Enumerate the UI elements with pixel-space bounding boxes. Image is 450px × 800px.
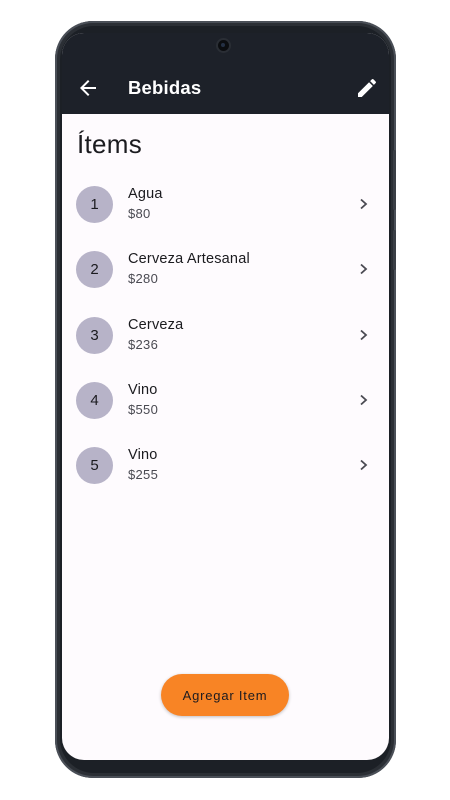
app-bar: Bebidas xyxy=(62,33,389,114)
list-item[interactable]: 5 Vino $255 xyxy=(62,435,389,497)
chevron-right-icon xyxy=(360,329,368,341)
chevron-right-icon xyxy=(360,394,368,406)
list-item[interactable]: 4 Vino $550 xyxy=(62,370,389,432)
item-number-avatar: 2 xyxy=(76,251,113,288)
chevron-right-icon xyxy=(360,459,368,471)
list-item[interactable]: 2 Cerveza Artesanal $280 xyxy=(62,239,389,301)
item-price: $550 xyxy=(128,402,159,417)
item-price: $80 xyxy=(128,206,151,221)
item-name: Agua xyxy=(128,186,163,202)
edit-button[interactable] xyxy=(355,76,379,100)
item-number-avatar: 5 xyxy=(76,447,113,484)
power-button xyxy=(393,230,396,270)
add-item-button[interactable]: Agregar Item xyxy=(161,674,289,716)
item-price: $280 xyxy=(128,271,159,286)
item-name: Cerveza xyxy=(128,317,184,333)
item-number-avatar: 3 xyxy=(76,317,113,354)
section-heading: Ítems xyxy=(77,129,143,159)
item-price: $255 xyxy=(128,467,159,482)
item-number-avatar: 1 xyxy=(76,186,113,223)
chevron-right-icon xyxy=(360,198,368,210)
page-title: Bebidas xyxy=(128,77,202,98)
stage: Bebidas Ítems 1 Agua $80 2 Cerveza Artes… xyxy=(0,0,450,800)
back-button[interactable] xyxy=(76,76,100,100)
list-item[interactable]: 1 Agua $80 xyxy=(62,174,389,236)
item-number-avatar: 4 xyxy=(76,382,113,419)
item-name: Vino xyxy=(128,382,158,398)
volume-button xyxy=(393,150,396,210)
chevron-right-icon xyxy=(360,263,368,275)
arrow-back-icon xyxy=(80,80,96,96)
item-name: Cerveza Artesanal xyxy=(128,251,250,267)
front-camera xyxy=(218,40,229,51)
pencil-icon xyxy=(358,78,377,97)
item-name: Vino xyxy=(128,447,158,463)
item-price: $236 xyxy=(128,337,159,352)
app-screen: Bebidas Ítems 1 Agua $80 2 Cerveza Artes… xyxy=(62,33,389,760)
list-item[interactable]: 3 Cerveza $236 xyxy=(62,305,389,367)
